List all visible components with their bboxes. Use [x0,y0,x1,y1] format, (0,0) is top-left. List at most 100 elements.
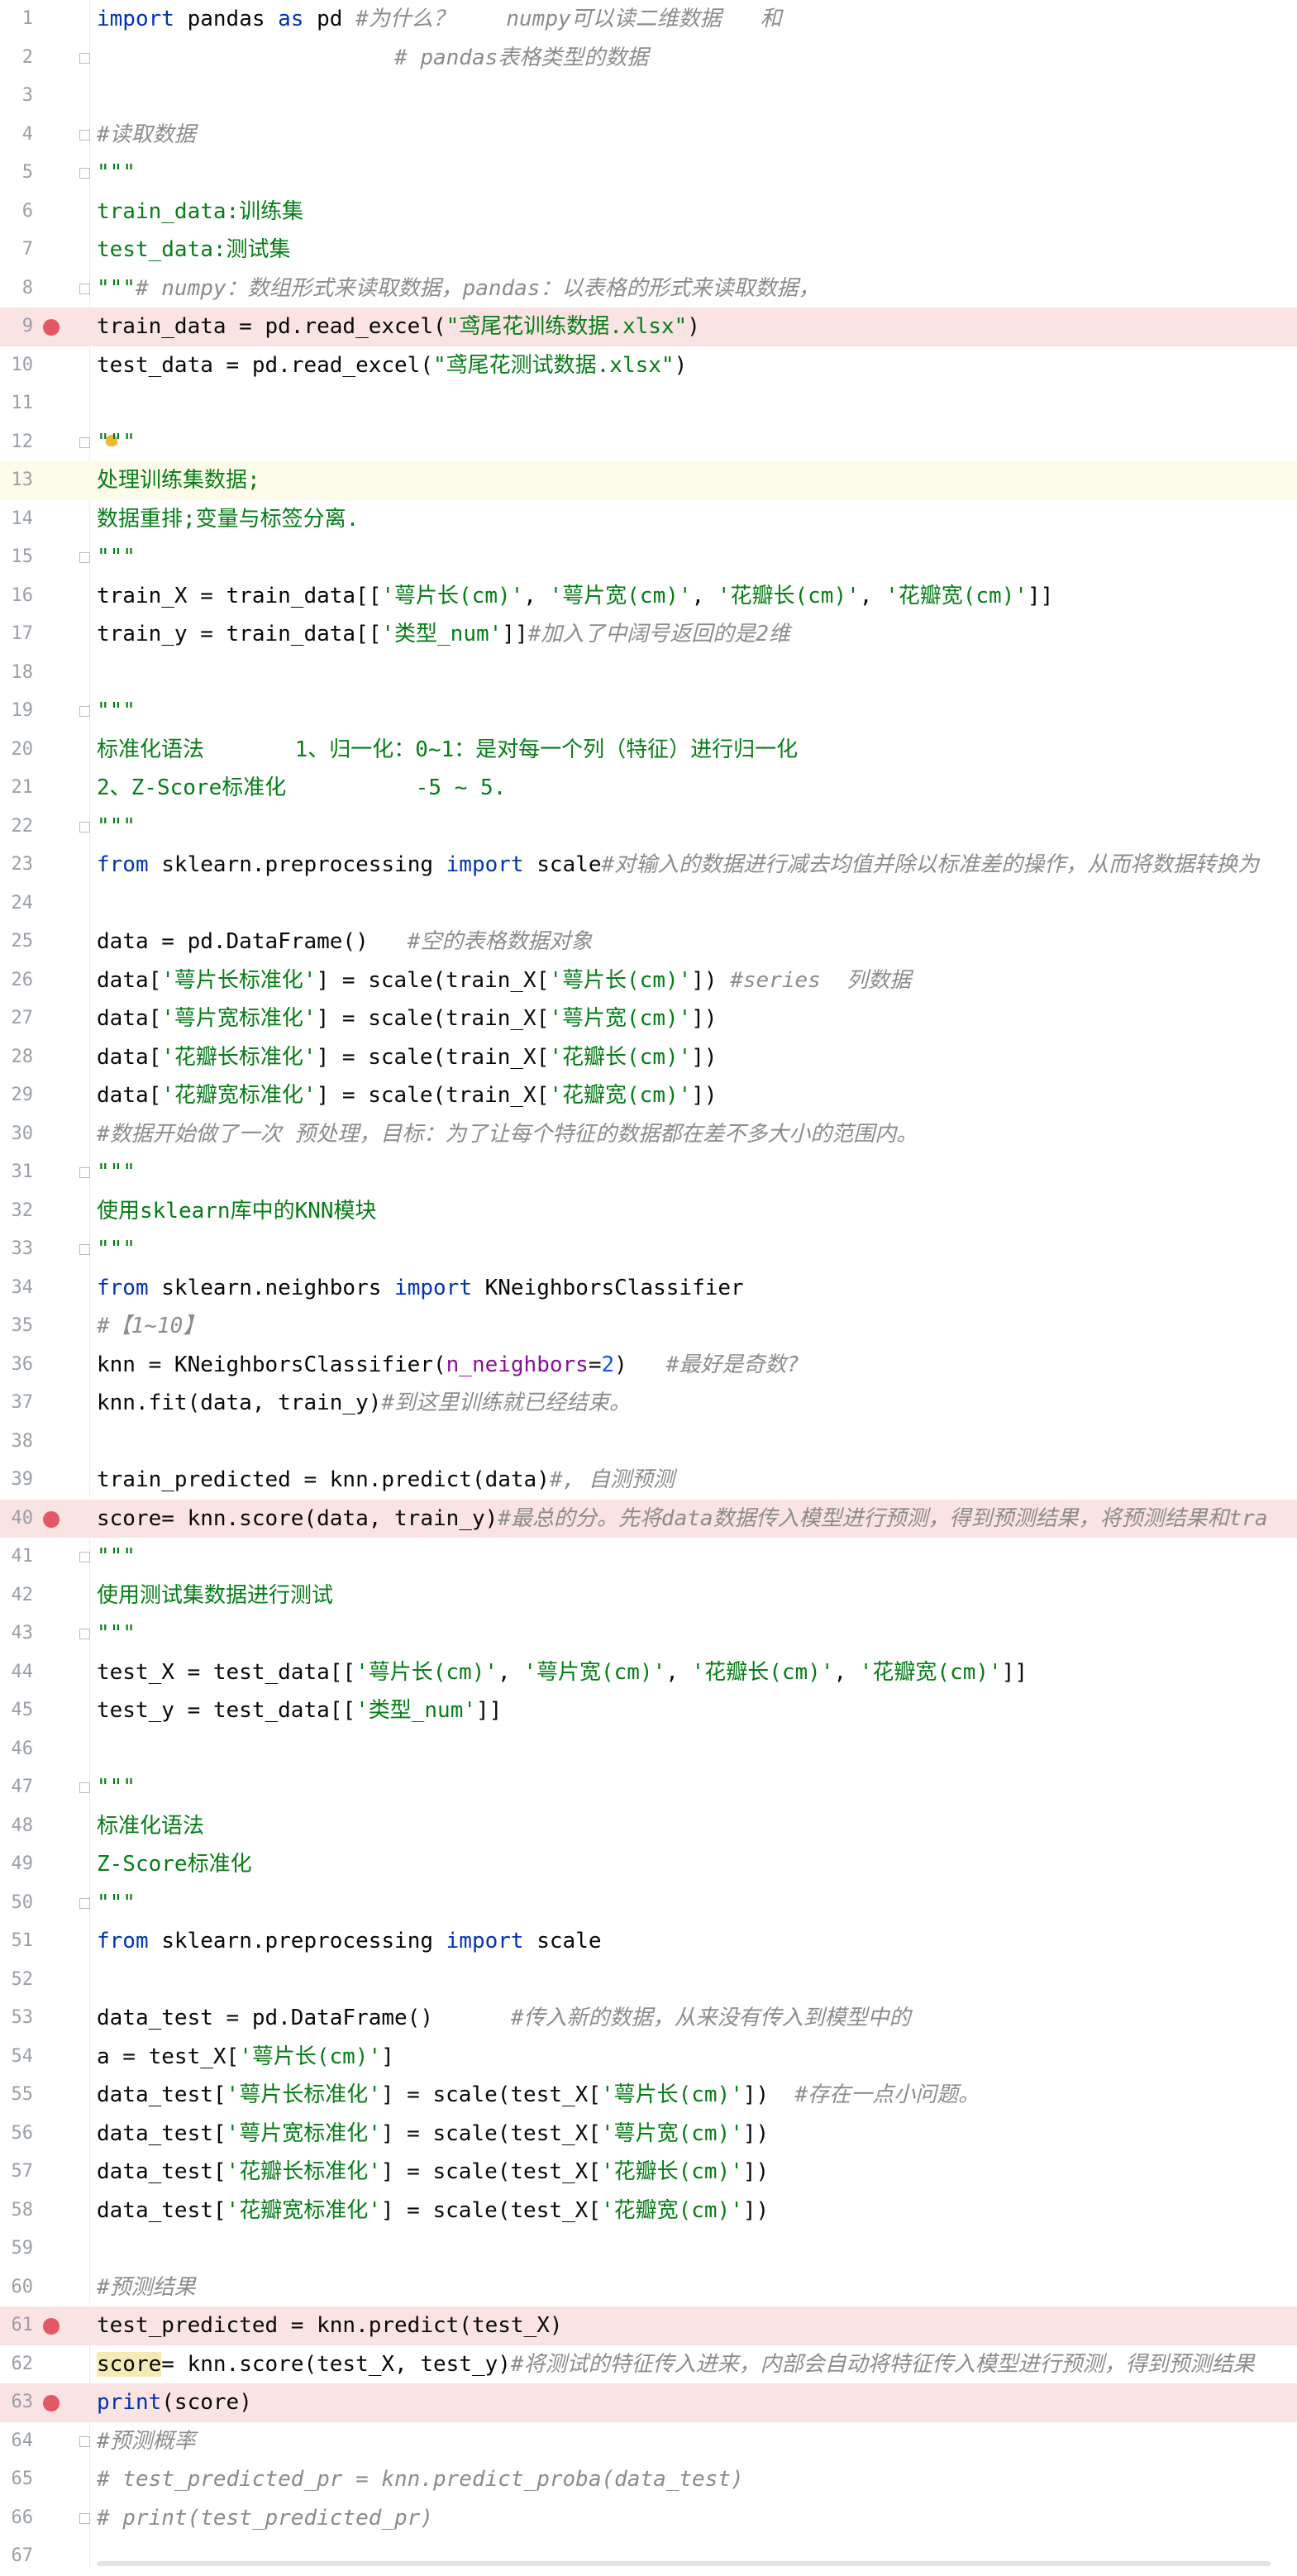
code-text[interactable]: 标准化语法 1、归一化：0~1：是对每一个列（特征）进行归一化 [97,731,798,770]
code-text[interactable]: #【1~10】 [97,1307,204,1346]
code-line[interactable]: 45 test_y = test_data[['类型_num']] [0,1691,1297,1730]
fold-marker-icon[interactable] [79,52,90,64]
code-text[interactable]: # pandas表格类型的数据 [97,39,648,78]
code-line[interactable]: 54 a = test_X['萼片长(cm)'] [0,2038,1297,2077]
code-line[interactable]: 50 """ [0,1884,1297,1923]
code-line[interactable]: 34 from sklearn.neighbors import KNeighbo… [0,1269,1297,1308]
code-text[interactable]: knn = KNeighborsClassifier(n_neighbors=2… [97,1346,799,1385]
code-line[interactable]: 36 knn = KNeighborsClassifier(n_neighbors… [0,1346,1297,1385]
code-line[interactable]: 3 [0,77,1297,116]
code-line[interactable]: 1 import pandas as pd #为什么？ numpy可以读二维数据 … [0,0,1297,39]
code-line[interactable]: 20 标准化语法 1、归一化：0~1：是对每一个列（特征）进行归一化 [0,731,1297,770]
code-line[interactable]: 35 #【1~10】 [0,1307,1297,1346]
code-text[interactable]: data['花瓣长标准化'] = scale(train_X['花瓣长(cm)'… [97,1038,718,1077]
code-line[interactable]: 41 """ [0,1538,1297,1577]
breakpoint-icon[interactable] [43,319,60,336]
breakpoint-icon[interactable] [43,2318,60,2335]
code-line[interactable]: 28 data['花瓣长标准化'] = scale(train_X['花瓣长(cm… [0,1038,1297,1077]
fold-marker-icon[interactable] [79,552,90,563]
code-line[interactable]: 12 """ [0,423,1297,462]
fold-marker-icon[interactable] [79,1244,90,1255]
code-text[interactable]: test_y = test_data[['类型_num']] [97,1691,502,1730]
code-line[interactable]: 33 """ [0,1230,1297,1269]
code-line[interactable]: 7 test_data:测试集 [0,231,1297,270]
code-text[interactable]: """ [97,1615,136,1653]
code-line[interactable]: 63 print(score) [0,2383,1297,2422]
code-text[interactable]: print(score) [97,2383,252,2422]
code-text[interactable]: data = pd.DataFrame() #空的表格数据对象 [97,923,592,961]
code-text[interactable]: test_data:测试集 [97,231,291,270]
code-line[interactable]: 15 """ [0,538,1297,577]
code-text[interactable]: # test_predicted_pr = knn.predict_proba(… [97,2460,744,2499]
code-text[interactable]: from sklearn.preprocessing import scale [97,1922,602,1961]
code-line[interactable]: 25 data = pd.DataFrame() #空的表格数据对象 [0,923,1297,961]
code-line[interactable]: 46 [0,1730,1297,1769]
code-text[interactable]: data_test['花瓣宽标准化'] = scale(test_X['花瓣宽(… [97,2192,769,2230]
code-text[interactable]: 2、Z-Score标准化 -5 ~ 5. [97,769,506,808]
code-text[interactable]: data_test = pd.DataFrame() #传入新的数据，从来没有传… [97,1999,911,2038]
code-line[interactable]: 9 train_data = pd.read_excel("鸢尾花训练数据.xls… [0,308,1297,346]
code-line[interactable]: 38 [0,1423,1297,1462]
code-line[interactable]: 42 使用测试集数据进行测试 [0,1577,1297,1615]
code-line[interactable]: 51 from sklearn.preprocessing import scal… [0,1922,1297,1961]
code-line[interactable]: 17 train_y = train_data[['类型_num']]#加入了中阔… [0,615,1297,654]
fold-marker-icon[interactable] [79,1897,90,1909]
code-line[interactable]: 4 #读取数据 [0,116,1297,155]
code-text[interactable]: train_data = pd.read_excel("鸢尾花训练数据.xlsx… [97,308,700,346]
code-line[interactable]: 48 标准化语法 [0,1807,1297,1846]
code-text[interactable]: """ [97,1538,136,1577]
code-text[interactable]: 使用sklearn库中的KNN模块 [97,1192,377,1231]
code-line[interactable]: 6 train_data:训练集 [0,193,1297,231]
code-line[interactable]: 56 data_test['萼片宽标准化'] = scale(test_X['萼片… [0,2115,1297,2154]
code-line[interactable]: 52 [0,1961,1297,2000]
code-line[interactable]: 29 data['花瓣宽标准化'] = scale(train_X['花瓣宽(cm… [0,1076,1297,1115]
code-text[interactable]: 处理训练集数据; [97,461,260,500]
code-line[interactable]: 58 data_test['花瓣宽标准化'] = scale(test_X['花瓣… [0,2192,1297,2230]
code-text[interactable]: """ [97,1230,136,1269]
breakpoint-icon[interactable] [43,1510,60,1528]
code-line[interactable]: 31 """ [0,1153,1297,1192]
fold-marker-icon[interactable] [79,2435,90,2447]
code-text[interactable]: import pandas as pd #为什么？ numpy可以读二维数据 和 [97,0,782,39]
code-text[interactable]: data['花瓣宽标准化'] = scale(train_X['花瓣宽(cm)'… [97,1076,718,1115]
fold-marker-icon[interactable] [79,436,90,448]
code-text[interactable]: Z-Score标准化 [97,1845,252,1884]
code-text[interactable]: """# numpy：数组形式来读取数据，pandas：以表格的形式来读取数据， [97,270,819,308]
code-line[interactable]: 40 score= knn.score(data, train_y)#最总的分。先… [0,1499,1297,1538]
fold-marker-icon[interactable] [79,1629,90,1639]
code-line[interactable]: 57 data_test['花瓣长标准化'] = scale(test_X['花瓣… [0,2153,1297,2192]
code-line[interactable]: 61 test_predicted = knn.predict(test_X) [0,2306,1297,2345]
code-text[interactable]: data_test['萼片长标准化'] = scale(test_X['萼片长(… [97,2076,980,2115]
code-line[interactable]: 43 """ [0,1615,1297,1653]
code-line[interactable]: 8 """# numpy：数组形式来读取数据，pandas：以表格的形式来读取数据… [0,270,1297,308]
code-line[interactable]: 2 # pandas表格类型的数据 [0,39,1297,78]
code-line[interactable]: 18 [0,654,1297,693]
code-text[interactable]: """ [97,538,136,577]
code-line[interactable]: 32 使用sklearn库中的KNN模块 [0,1192,1297,1231]
fold-marker-icon[interactable] [79,283,90,294]
code-line[interactable]: 14 数据重排;变量与标签分离. [0,500,1297,539]
code-text[interactable]: """ [97,1884,136,1923]
code-line[interactable]: 44 test_X = test_data[['萼片长(cm)', '萼片宽(cm… [0,1653,1297,1692]
code-line[interactable]: 24 [0,885,1297,923]
code-text[interactable]: #读取数据 [97,116,196,155]
code-line[interactable]: 39 train_predicted = knn.predict(data)#, … [0,1461,1297,1500]
code-line[interactable]: 23 from sklearn.preprocessing import scal… [0,846,1297,885]
code-line[interactable]: 5 """ [0,154,1297,193]
code-text[interactable]: data['萼片长标准化'] = scale(train_X['萼片长(cm)'… [97,961,911,1000]
code-text[interactable]: """ [97,1153,136,1192]
code-line[interactable]: 64 #预测概率 [0,2422,1297,2461]
fold-marker-icon[interactable] [79,168,90,179]
horizontal-scrollbar[interactable] [97,2561,1271,2566]
code-line[interactable]: 47 """ [0,1768,1297,1807]
code-line[interactable]: 26 data['萼片长标准化'] = scale(train_X['萼片长(cm… [0,961,1297,1000]
code-line[interactable]: 66 # print(test_predicted_pr) [0,2499,1297,2538]
code-text[interactable]: score= knn.score(data, train_y)#最总的分。先将d… [97,1500,1268,1538]
code-text[interactable]: """ [97,154,136,193]
code-text[interactable]: """ [97,808,136,847]
code-text[interactable]: 数据重排;变量与标签分离. [97,500,359,539]
code-text[interactable]: """ [97,692,136,731]
code-text[interactable]: #预测结果 [97,2268,196,2307]
code-line[interactable]: 22 """ [0,808,1297,847]
code-text[interactable]: 使用测试集数据进行测试 [97,1577,333,1615]
